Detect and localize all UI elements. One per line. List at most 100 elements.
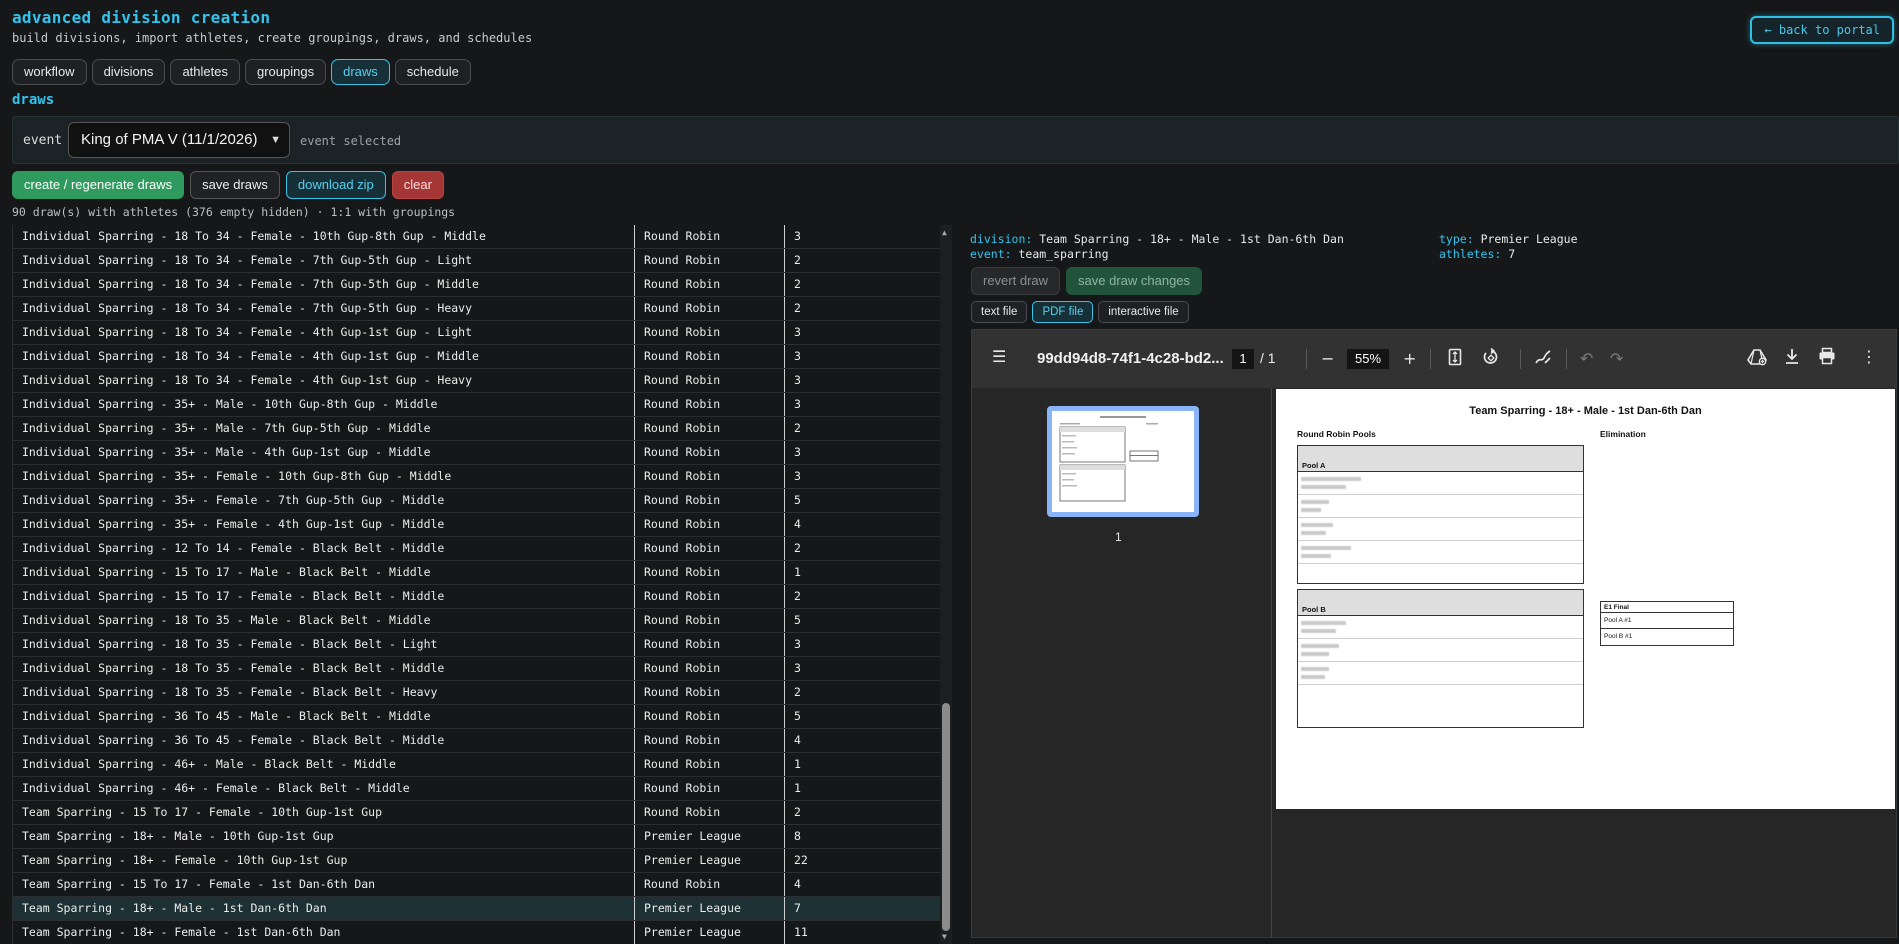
- row-division-name: Team Sparring - 15 To 17 - Female - 10th…: [13, 801, 635, 824]
- table-row[interactable]: Individual Sparring - 35+ - Female - 10t…: [13, 465, 940, 489]
- download-icon[interactable]: [1784, 347, 1800, 370]
- tab-athletes[interactable]: athletes: [170, 59, 240, 85]
- minus-icon[interactable]: −: [1321, 349, 1334, 369]
- save-draw-changes-button[interactable]: save draw changes: [1066, 267, 1203, 295]
- table-row[interactable]: Individual Sparring - 35+ - Female - 4th…: [13, 513, 940, 537]
- row-athlete-count: 2: [794, 421, 801, 435]
- undo-icon[interactable]: ↶: [1580, 349, 1593, 369]
- table-row[interactable]: Individual Sparring - 18 To 35 - Male - …: [13, 609, 940, 633]
- create-draws-button[interactable]: create / regenerate draws: [12, 171, 185, 199]
- row-draw-type: Round Robin: [635, 633, 785, 656]
- doc-pool-a: Pool A: [1297, 445, 1584, 584]
- row-draw-type: Premier League: [635, 825, 785, 848]
- table-row[interactable]: Individual Sparring - 35+ - Male - 7th G…: [13, 417, 940, 441]
- table-scrollbar[interactable]: ▲ ▼: [940, 225, 952, 944]
- table-row[interactable]: Individual Sparring - 35+ - Male - 4th G…: [13, 441, 940, 465]
- row-athlete-count: 2: [794, 277, 801, 291]
- redo-icon[interactable]: ↷: [1610, 349, 1623, 369]
- page-number-input[interactable]: 1: [1232, 349, 1254, 369]
- table-row[interactable]: Individual Sparring - 18 To 34 - Female …: [13, 249, 940, 273]
- tab-pdf-file[interactable]: PDF file: [1032, 301, 1094, 323]
- row-draw-type: Round Robin: [635, 753, 785, 776]
- table-row[interactable]: Individual Sparring - 46+ - Male - Black…: [13, 753, 940, 777]
- row-draw-type: Premier League: [635, 921, 785, 944]
- table-row[interactable]: Individual Sparring - 15 To 17 - Male - …: [13, 561, 940, 585]
- plus-icon[interactable]: +: [1403, 349, 1416, 369]
- table-row[interactable]: Individual Sparring - 36 To 45 - Female …: [13, 729, 940, 753]
- table-row[interactable]: Individual Sparring - 18 To 34 - Female …: [13, 273, 940, 297]
- row-division-name: Individual Sparring - 18 To 35 - Female …: [13, 657, 635, 680]
- row-division-name: Individual Sparring - 36 To 45 - Female …: [13, 729, 635, 752]
- tab-draws[interactable]: draws: [331, 59, 390, 85]
- save-draws-button[interactable]: save draws: [190, 171, 280, 199]
- row-division-name: Individual Sparring - 35+ - Female - 4th…: [13, 513, 635, 536]
- row-draw-type: Round Robin: [635, 513, 785, 536]
- scroll-thumb[interactable]: [942, 703, 950, 931]
- tab-workflow[interactable]: workflow: [12, 59, 87, 85]
- table-row[interactable]: Team Sparring - 18+ - Male - 10th Gup-1s…: [13, 825, 940, 849]
- table-row[interactable]: Individual Sparring - 18 To 35 - Female …: [13, 657, 940, 681]
- scroll-down-icon[interactable]: ▼: [942, 932, 947, 941]
- download-zip-button[interactable]: download zip: [285, 171, 386, 199]
- zoom-input[interactable]: 55%: [1347, 349, 1389, 369]
- tab-schedule[interactable]: schedule: [394, 59, 471, 85]
- row-division-name: Individual Sparring - 18 To 34 - Female …: [13, 273, 635, 296]
- row-division-name: Team Sparring - 15 To 17 - Female - 1st …: [13, 873, 635, 896]
- back-to-portal-button[interactable]: ← back to portal: [1750, 16, 1894, 44]
- row-draw-type: Round Robin: [635, 225, 785, 248]
- table-row[interactable]: Individual Sparring - 12 To 14 - Female …: [13, 537, 940, 561]
- table-row[interactable]: Individual Sparring - 18 To 34 - Female …: [13, 297, 940, 321]
- table-row[interactable]: Team Sparring - 15 To 17 - Female - 1st …: [13, 873, 940, 897]
- scroll-up-icon[interactable]: ▲: [942, 228, 947, 237]
- table-row[interactable]: Team Sparring - 18+ - Male - 1st Dan-6th…: [13, 897, 940, 921]
- table-row[interactable]: Individual Sparring - 36 To 45 - Male - …: [13, 705, 940, 729]
- table-row[interactable]: Individual Sparring - 18 To 34 - Female …: [13, 225, 940, 249]
- table-row[interactable]: Individual Sparring - 18 To 34 - Female …: [13, 345, 940, 369]
- pdf-viewer: ☰ 99dd94d8-74f1-4c28-bd2... 1 / 1 − 55% …: [971, 329, 1897, 938]
- rotate-icon[interactable]: [1482, 347, 1500, 371]
- row-division-name: Individual Sparring - 18 To 34 - Female …: [13, 345, 635, 368]
- detail-type: type: Premier League: [1439, 232, 1578, 246]
- detail-athletes: athletes: 7: [1439, 247, 1516, 261]
- row-division-name: Individual Sparring - 35+ - Female - 7th…: [13, 489, 635, 512]
- menu-icon[interactable]: ☰: [992, 347, 1006, 367]
- table-row[interactable]: Individual Sparring - 18 To 34 - Female …: [13, 369, 940, 393]
- event-select[interactable]: King of PMA V (11/1/2026) ▼: [68, 122, 290, 158]
- row-athlete-count: 2: [794, 301, 801, 315]
- row-division-name: Individual Sparring - 12 To 14 - Female …: [13, 537, 635, 560]
- table-row[interactable]: Team Sparring - 15 To 17 - Female - 10th…: [13, 801, 940, 825]
- table-row[interactable]: Team Sparring - 18+ - Female - 10th Gup-…: [13, 849, 940, 873]
- row-draw-type: Round Robin: [635, 417, 785, 440]
- detail-event: event: team_sparring: [970, 247, 1109, 261]
- table-row[interactable]: Individual Sparring - 35+ - Male - 10th …: [13, 393, 940, 417]
- fit-page-icon[interactable]: [1448, 348, 1462, 371]
- revert-draw-button[interactable]: revert draw: [971, 267, 1061, 295]
- drive-icon[interactable]: [1747, 348, 1767, 371]
- row-athlete-count: 4: [794, 877, 801, 891]
- table-row[interactable]: Individual Sparring - 46+ - Female - Bla…: [13, 777, 940, 801]
- row-athlete-count: 2: [794, 253, 801, 267]
- clear-button[interactable]: clear: [391, 171, 444, 199]
- table-row[interactable]: Individual Sparring - 18 To 35 - Female …: [13, 633, 940, 657]
- table-row[interactable]: Individual Sparring - 18 To 34 - Female …: [13, 321, 940, 345]
- row-draw-type: Round Robin: [635, 249, 785, 272]
- table-row[interactable]: Individual Sparring - 15 To 17 - Female …: [13, 585, 940, 609]
- table-row[interactable]: Individual Sparring - 18 To 35 - Female …: [13, 681, 940, 705]
- row-draw-type: Round Robin: [635, 801, 785, 824]
- row-athlete-count: 3: [794, 637, 801, 651]
- row-division-name: Team Sparring - 18+ - Male - 10th Gup-1s…: [13, 825, 635, 848]
- event-status: event selected: [300, 134, 402, 148]
- table-row[interactable]: Team Sparring - 18+ - Female - 1st Dan-6…: [13, 921, 940, 944]
- page-thumbnail[interactable]: [1047, 406, 1199, 517]
- table-row[interactable]: Individual Sparring - 35+ - Female - 7th…: [13, 489, 940, 513]
- annotate-icon[interactable]: [1534, 348, 1552, 371]
- row-draw-type: Round Robin: [635, 369, 785, 392]
- tab-text-file[interactable]: text file: [971, 301, 1028, 323]
- row-division-name: Individual Sparring - 18 To 35 - Female …: [13, 633, 635, 656]
- tab-groupings[interactable]: groupings: [244, 59, 327, 85]
- more-icon[interactable]: ⋮: [1861, 347, 1877, 367]
- print-icon[interactable]: [1818, 347, 1836, 370]
- tab-interactive-file[interactable]: interactive file: [1098, 301, 1189, 323]
- tab-divisions[interactable]: divisions: [91, 59, 166, 85]
- row-athlete-count: 11: [794, 925, 808, 939]
